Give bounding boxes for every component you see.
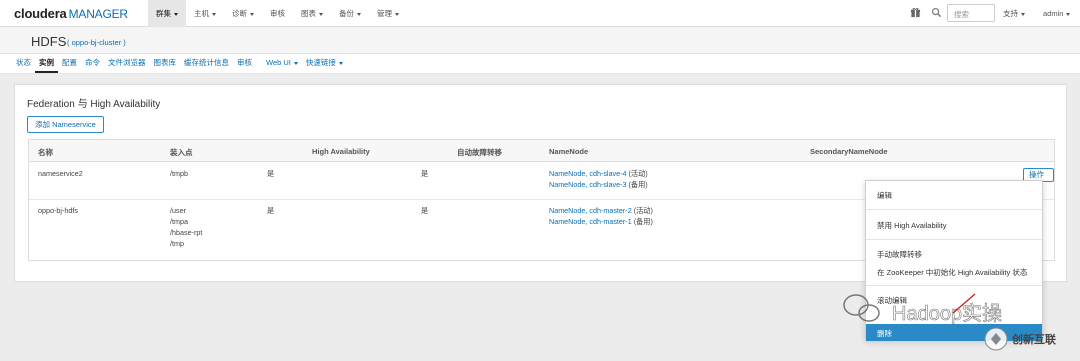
namenode-link[interactable]: NameNode, cdh-slave-4 [549,169,627,178]
chevron-down-icon [1066,12,1071,16]
failover-value: 是 [421,206,429,215]
nav-hosts[interactable]: 主机 [186,0,224,27]
namenode-entry: NameNode, cdh-slave-4 (活动) [549,169,648,178]
table-header: 名称 装入点 High Availability 自动故障转移 NameNode… [29,140,1054,162]
mount-point: /tmpb [170,169,188,178]
tab-web-ui[interactable]: Web UI [262,54,302,73]
column-header-secondary-namenode: SecondaryNameNode [810,147,888,156]
tab-configuration[interactable]: 配置 [58,54,81,73]
namenode-link[interactable]: NameNode, cdh-master-1 [549,217,632,226]
chevron-down-icon [319,12,323,16]
add-nameservice-button[interactable]: 添加 Nameservice [27,116,104,133]
mount-point: /tmp [170,239,184,248]
namenode-entry: NameNode, cdh-master-1 (备用) [549,217,653,226]
tab-audits[interactable]: 审核 [233,54,256,73]
nav-backup[interactable]: 备份 [331,0,369,27]
ha-value: 是 [267,169,275,178]
nav-clusters[interactable]: 群集 [148,0,186,27]
mount-point: /tmpa [170,217,188,226]
tab-chart-library[interactable]: 图表库 [150,54,181,73]
column-header-high-availability: High Availability [312,147,370,156]
column-header-mount-points: 装入点 [170,148,193,157]
tab-cache-statistics[interactable]: 缓存统计信息 [180,54,233,73]
menu-divider [866,285,1042,286]
user-menu[interactable]: admin [1043,0,1071,27]
topbar-icons [910,7,942,18]
support-menu[interactable]: 支持 [1003,0,1025,27]
service-header: HDFS ( oppo-bj-cluster ) [0,27,1080,54]
menu-item-roll-edits[interactable]: 滚动编辑 [877,295,907,306]
ha-value: 是 [267,206,275,215]
actions-dropdown-menu: 编辑 禁用 High Availability 手动故障转移 在 ZooKeep… [865,180,1043,341]
nameservice-name: oppo-bj-hdfs [38,206,78,215]
namenode-entry: NameNode, cdh-slave-3 (备用) [549,180,648,189]
failover-value: 是 [421,169,429,178]
menu-divider [866,209,1042,210]
tab-instances[interactable]: 实例 [35,54,58,73]
panel-title: Federation 与 High Availability [27,99,161,110]
cloudera-logo[interactable]: cloudera MANAGER [14,6,128,21]
chevron-down-icon [174,12,178,16]
column-header-auto-failover: 自动故障转移 [457,148,502,157]
namenode-entry: NameNode, cdh-master-2 (活动) [549,206,653,215]
menu-item-init-ha-zookeeper[interactable]: 在 ZooKeeper 中初始化 High Availability 状态 [877,267,1027,278]
tab-quick-links[interactable]: 快速链接 [302,54,347,73]
gift-icon[interactable] [910,7,921,18]
service-tabs: 状态 实例 配置 命令 文件浏览器 图表库 缓存统计信息 审核 Web UI 快… [0,54,1080,74]
nav-audits[interactable]: 审核 [262,0,293,27]
tab-commands[interactable]: 命令 [81,54,104,73]
column-header-namenode: NameNode [549,147,589,156]
tab-status[interactable]: 状态 [12,54,35,73]
main-nav: 群集 主机 诊断 审核 图表 备份 管理 [148,0,407,27]
nameservice-name: nameservice2 [38,169,83,178]
nav-charts[interactable]: 图表 [293,0,331,27]
menu-divider [866,239,1042,240]
cluster-link[interactable]: ( oppo-bj-cluster ) [67,38,126,47]
nav-administration[interactable]: 管理 [369,0,407,27]
menu-item-delete[interactable]: 删除 [866,324,1042,341]
chevron-down-icon [357,12,361,16]
menu-item-manual-failover[interactable]: 手动故障转移 [877,249,922,260]
chevron-down-icon [1021,12,1025,16]
chevron-down-icon [293,61,298,65]
chevron-down-icon [395,12,399,16]
mount-point: /hbase-rpt [170,228,203,237]
top-navbar: cloudera MANAGER 群集 主机 诊断 审核 图表 备份 管理 搜索 … [0,0,1080,27]
chevron-down-icon [212,12,216,16]
namenode-link[interactable]: NameNode, cdh-slave-3 [549,180,627,189]
chevron-down-icon [338,61,343,65]
chevron-down-icon [250,12,254,16]
namenode-link[interactable]: NameNode, cdh-master-2 [549,206,632,215]
search-input[interactable]: 搜索 [947,4,995,22]
column-header-name: 名称 [38,148,53,157]
menu-item-disable-ha[interactable]: 禁用 High Availability [877,220,946,231]
mount-point: /user [170,206,186,215]
menu-item-edit[interactable]: 编辑 [877,190,892,201]
nav-diagnostics[interactable]: 诊断 [224,0,262,27]
tasks-search-icon[interactable] [931,7,942,18]
tab-file-browser[interactable]: 文件浏览器 [104,54,150,73]
page-title: HDFS [31,34,67,49]
